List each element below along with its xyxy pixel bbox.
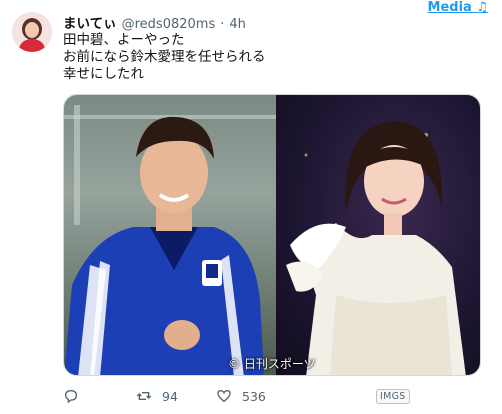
photo-credit: © 日刊スポーツ (228, 357, 316, 371)
retweet-button[interactable]: 94 (136, 388, 178, 404)
tweet-text: 田中碧、よーやった お前になら鈴木愛理を任せられる 幸せにしたれ (63, 32, 266, 83)
like-button[interactable]: 536 (216, 388, 266, 404)
tweet-text-line: お前になら鈴木愛理を任せられる (63, 49, 266, 65)
reply-icon (64, 389, 78, 404)
display-name[interactable]: まいてぃ (63, 12, 117, 32)
singer-photo (285, 121, 466, 375)
tweet-header: まいてぃ @reds0820ms · 4h (63, 12, 246, 32)
media-tab-link[interactable]: Media ♫ (428, 0, 488, 15)
media-photo-right[interactable] (275, 95, 480, 375)
like-count: 536 (242, 388, 266, 404)
reply-button[interactable] (63, 388, 79, 404)
athlete-photo (64, 105, 277, 375)
imgs-button[interactable]: IMGS (376, 389, 410, 404)
media-photo-left[interactable] (64, 95, 277, 375)
timestamp[interactable]: 4h (229, 17, 246, 32)
user-handle[interactable]: @reds0820ms (122, 17, 216, 32)
avatar[interactable] (12, 12, 52, 52)
separator: · (220, 17, 225, 32)
tweet-text-line: 田中碧、よーやった (63, 32, 185, 48)
like-icon (217, 389, 231, 403)
retweet-count: 94 (162, 388, 178, 404)
imgs-badge: IMGS (376, 389, 410, 404)
tweet-actions: 94 536 IMGS (63, 388, 483, 408)
retweet-icon (136, 392, 152, 400)
avatar-image (12, 12, 52, 52)
tweet-media[interactable] (63, 94, 481, 376)
tweet: まいてぃ @reds0820ms · 4h Media ♫ 田中碧、よーやった … (0, 0, 502, 414)
tweet-text-line: 幸せにしたれ (63, 66, 144, 82)
